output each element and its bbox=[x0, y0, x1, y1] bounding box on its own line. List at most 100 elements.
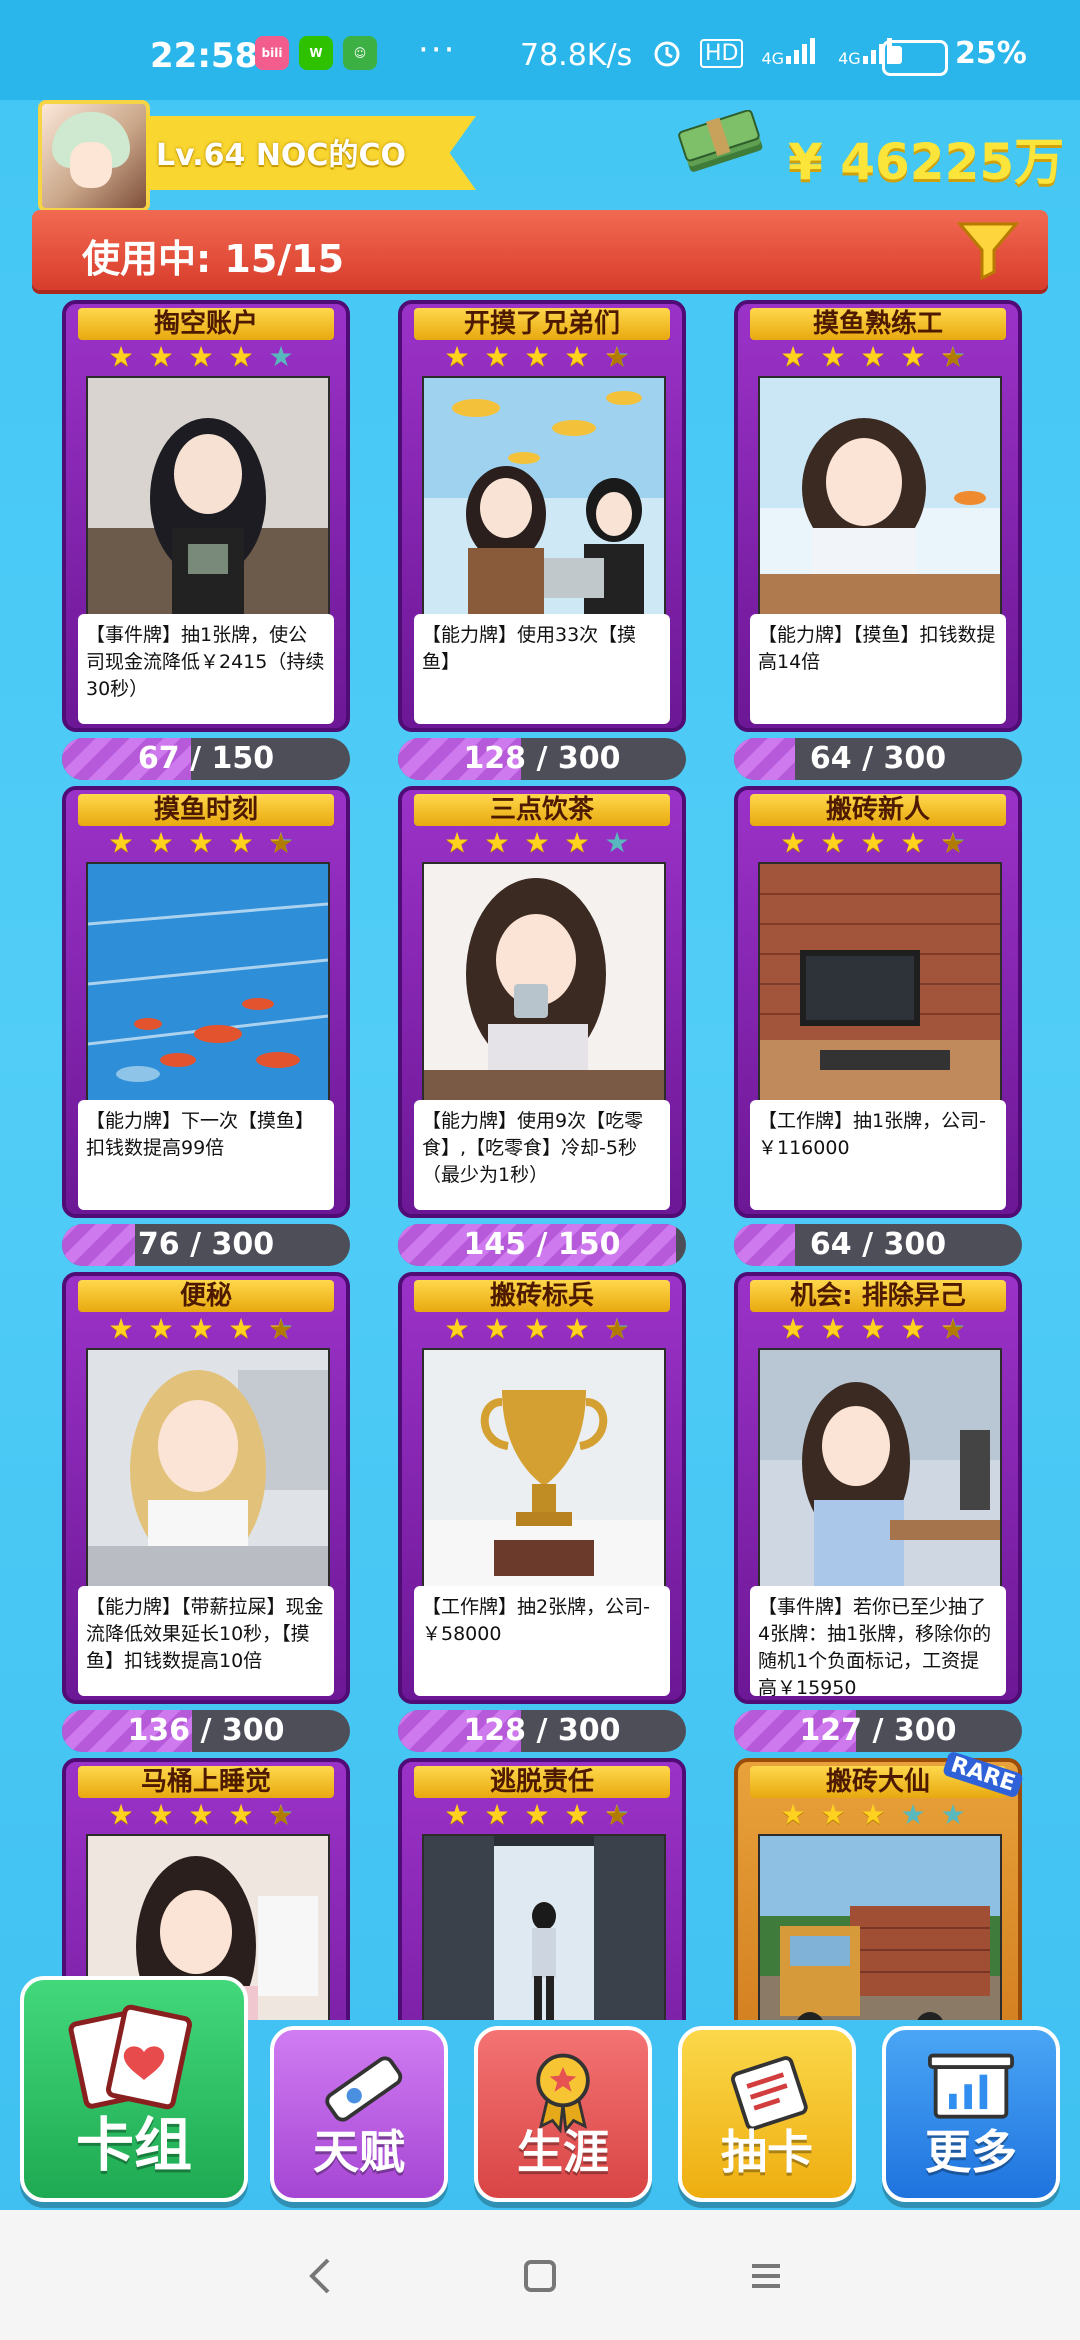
progress-total: / 300 bbox=[862, 741, 947, 776]
card-stars: ★ ★ ★ ★ ★ bbox=[440, 1800, 634, 1830]
card[interactable]: 机会: 排除异己 ★ ★ ★ ★ ★ 【事件牌】若你已至少抽了4张牌：抽1张牌，移除你的随机… bbox=[734, 1272, 1022, 1704]
avatar[interactable] bbox=[38, 100, 150, 212]
star-icon: ★ bbox=[108, 826, 134, 859]
nav-deck-label: 卡组 bbox=[75, 2111, 192, 2179]
star-icon: ★ bbox=[524, 826, 550, 859]
battery-percent: 25% bbox=[955, 36, 1027, 71]
card-art bbox=[86, 376, 330, 616]
card-title: 便秘 bbox=[78, 1280, 334, 1312]
card[interactable]: 摸鱼熟练工 ★ ★ ★ ★ ★ 【能力牌】【摸鱼】扣钱数提高14倍 bbox=[734, 300, 1022, 732]
card-description: 【工作牌】抽1张牌，公司-￥116000 bbox=[750, 1100, 1006, 1210]
card[interactable]: 三点饮茶 ★ ★ ★ ★ ★ 【能力牌】使用9次【吃零食】,【吃零食】冷却-5秒（最少为1秒… bbox=[398, 786, 686, 1218]
nav-more-button[interactable]: 更多 bbox=[882, 2026, 1060, 2202]
card[interactable]: 摸鱼时刻 ★ ★ ★ ★ ★ 【能力牌】下一次【摸鱼】扣钱数提高99倍 bbox=[62, 786, 350, 1218]
hd-icon: HD bbox=[700, 38, 744, 68]
star-icon: ★ bbox=[484, 1798, 510, 1831]
card-title: 摸鱼熟练工 bbox=[750, 308, 1006, 340]
progress-total: / 300 bbox=[872, 1713, 957, 1748]
card-art bbox=[86, 1348, 330, 1588]
card-progress-bar: 64 / 300 bbox=[734, 738, 1022, 780]
nav-more-label: 更多 bbox=[925, 2125, 1017, 2179]
progress-current: 127 bbox=[799, 1713, 863, 1748]
progress-current: 67 bbox=[137, 741, 180, 776]
progress-current: 64 bbox=[809, 741, 852, 776]
card-title: 三点饮茶 bbox=[414, 794, 670, 826]
star-icon: ★ bbox=[228, 1798, 254, 1831]
card-art bbox=[422, 1348, 666, 1588]
progress-text: 136 / 300 bbox=[62, 1710, 350, 1752]
star-icon: ★ bbox=[860, 826, 886, 859]
progress-current: 136 bbox=[127, 1713, 191, 1748]
star-icon: ★ bbox=[936, 342, 970, 372]
system-navigation-bar bbox=[0, 2210, 1080, 2340]
star-icon: ★ bbox=[780, 340, 806, 373]
star-icon: ★ bbox=[780, 1798, 806, 1831]
star-icon: ★ bbox=[524, 1312, 550, 1345]
net-type-2: 4G bbox=[838, 49, 861, 68]
card[interactable]: 掏空账户 ★ ★ ★ ★ ★ 【事件牌】抽1张牌，使公司现金流降低￥2415（持续30秒） bbox=[62, 300, 350, 732]
home-icon[interactable] bbox=[510, 2246, 570, 2306]
usage-count: 使用中: 15/15 bbox=[82, 237, 345, 281]
progress-current: 145 bbox=[463, 1227, 527, 1262]
back-icon[interactable] bbox=[292, 2246, 352, 2306]
filter-icon[interactable] bbox=[956, 218, 1020, 282]
card-stars: ★ ★ ★ ★ ★ bbox=[776, 1314, 970, 1344]
money-stack-icon bbox=[678, 110, 763, 172]
card-stars: ★ ★ ★ ★ ★ bbox=[776, 1800, 970, 1830]
star-icon: ★ bbox=[264, 1800, 298, 1830]
star-icon: ★ bbox=[940, 1798, 966, 1831]
progress-text: 64 / 300 bbox=[734, 738, 1022, 780]
recent-apps-icon[interactable] bbox=[736, 2246, 796, 2306]
nav-draw-label: 抽卡 bbox=[721, 2125, 813, 2179]
card-title: 开摸了兄弟们 bbox=[414, 308, 670, 340]
card-art bbox=[422, 376, 666, 616]
star-icon: ★ bbox=[936, 1314, 970, 1344]
star-icon: ★ bbox=[268, 340, 294, 373]
card[interactable]: 开摸了兄弟们 ★ ★ ★ ★ ★ 【能力牌】使用33次【摸鱼】 bbox=[398, 300, 686, 732]
card[interactable]: 便秘 ★ ★ ★ ★ ★ 【能力牌】【带薪拉屎】现金流降低效果延长10秒，【摸鱼】扣钱数提高… bbox=[62, 1272, 350, 1704]
star-icon: ★ bbox=[780, 826, 806, 859]
card[interactable]: 搬砖新人 ★ ★ ★ ★ ★ 【工作牌】抽1张牌，公司-￥116000 bbox=[734, 786, 1022, 1218]
star-icon: ★ bbox=[820, 340, 846, 373]
card-description: 【能力牌】【摸鱼】扣钱数提高14倍 bbox=[750, 614, 1006, 724]
star-icon: ★ bbox=[188, 340, 214, 373]
player-level-name: Lv.64 NOC的CO bbox=[156, 138, 406, 173]
usage-bar: 使用中: 15/15 bbox=[32, 210, 1048, 290]
signal-1-icon: 4G bbox=[761, 36, 820, 70]
card-progress-bar: 76 / 300 bbox=[62, 1224, 350, 1266]
nav-talent-label: 天赋 bbox=[313, 2125, 405, 2179]
avatar-face bbox=[70, 142, 112, 188]
progress-current: 128 bbox=[463, 1713, 527, 1748]
nav-draw-button[interactable]: 抽卡 bbox=[678, 2026, 856, 2202]
card-art bbox=[422, 862, 666, 1102]
star-icon: ★ bbox=[148, 826, 174, 859]
money-amount: ¥ 46225万 bbox=[788, 133, 1065, 191]
card-stars: ★ ★ ★ ★ ★ bbox=[104, 342, 298, 372]
progress-text: 128 / 300 bbox=[398, 738, 686, 780]
card-title: 马桶上睡觉 bbox=[78, 1766, 334, 1798]
star-icon: ★ bbox=[900, 1312, 926, 1345]
card-description: 【事件牌】若你已至少抽了4张牌：抽1张牌，移除你的随机1个负面标记，工资提高￥1… bbox=[750, 1586, 1006, 1696]
star-icon: ★ bbox=[188, 826, 214, 859]
card-description: 【能力牌】【带薪拉屎】现金流降低效果延长10秒，【摸鱼】扣钱数提高10倍 bbox=[78, 1586, 334, 1696]
star-icon: ★ bbox=[820, 826, 846, 859]
nav-career-label: 生涯 bbox=[517, 2125, 609, 2179]
star-icon: ★ bbox=[108, 1312, 134, 1345]
cat-app-icon: ☺ bbox=[343, 36, 377, 70]
nav-deck-button[interactable]: 卡组 bbox=[20, 1976, 248, 2202]
card[interactable]: 搬砖标兵 ★ ★ ★ ★ ★ 【工作牌】抽2张牌，公司-￥58000 bbox=[398, 1272, 686, 1704]
star-icon: ★ bbox=[148, 340, 174, 373]
nav-career-button[interactable]: 生涯 bbox=[474, 2026, 652, 2202]
card-art bbox=[86, 862, 330, 1102]
card-art bbox=[758, 376, 1002, 616]
player-header: Lv.64 NOC的CO ¥ 46225万 bbox=[0, 100, 1080, 212]
star-icon: ★ bbox=[564, 826, 590, 859]
card-title: 搬砖标兵 bbox=[414, 1280, 670, 1312]
nav-talent-button[interactable]: 天赋 bbox=[270, 2026, 448, 2202]
star-icon: ★ bbox=[564, 1312, 590, 1345]
more-notifications-icon: ··· bbox=[418, 30, 457, 70]
star-icon: ★ bbox=[228, 1312, 254, 1345]
progress-text: 64 / 300 bbox=[734, 1224, 1022, 1266]
card-progress-bar: 67 / 150 bbox=[62, 738, 350, 780]
star-icon: ★ bbox=[108, 340, 134, 373]
